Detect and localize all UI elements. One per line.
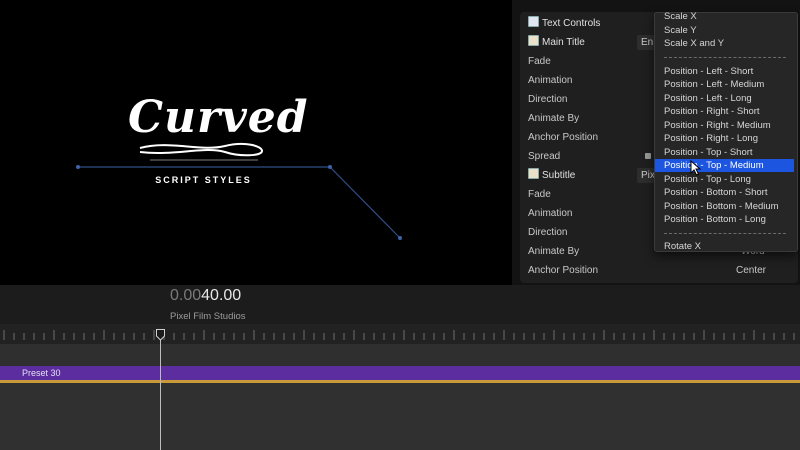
title-swash xyxy=(139,142,264,157)
inspector-row-animation[interactable]: Animation xyxy=(528,73,572,89)
clip-label: Preset 30 xyxy=(22,368,61,378)
menu-item-position-top-medium[interactable]: Position - Top - Medium xyxy=(655,159,794,172)
menu-item-position-left-long[interactable]: Position - Left - Long xyxy=(664,92,752,105)
timecode-bright: 40.00 xyxy=(201,287,242,304)
playhead[interactable] xyxy=(160,330,161,450)
menu-item-scale-x-and-y[interactable]: Scale X and Y xyxy=(664,37,724,50)
ruler-ticks xyxy=(3,330,795,340)
title-clip[interactable] xyxy=(0,366,800,383)
inspector-row-anchor-position[interactable]: Anchor Position xyxy=(528,130,598,146)
timecode-bar xyxy=(0,285,800,307)
mouse-pointer-icon xyxy=(690,160,702,176)
guide-point-corner[interactable] xyxy=(328,165,332,169)
checkbox-icon[interactable] xyxy=(528,16,539,27)
timecode-display: 0.0040.00 xyxy=(170,287,241,305)
edit-checkbox-icon[interactable] xyxy=(528,168,539,179)
title-wordmark: Curved xyxy=(128,92,309,143)
menu-item-position-bottom-long[interactable]: Position - Bottom - Long xyxy=(664,213,766,226)
menu-item-position-bottom-short[interactable]: Position - Bottom - Short xyxy=(664,186,767,199)
inspector-row-anchor-position[interactable]: Anchor Position xyxy=(528,263,598,279)
menu-item-position-top-long[interactable]: Position - Top - Long xyxy=(664,173,751,186)
inspector-row-spread[interactable]: Spread xyxy=(528,149,560,165)
menu-item-scale-y[interactable]: Scale Y xyxy=(664,24,697,37)
row-label: Main Title xyxy=(542,37,585,48)
edit-checkbox-icon[interactable] xyxy=(528,35,539,46)
menu-separator xyxy=(664,233,786,234)
menu-item-position-right-short[interactable]: Position - Right - Short xyxy=(664,105,760,118)
inspector-row-text-controls[interactable]: Text Controls xyxy=(528,16,600,32)
inspector-row-subtitle[interactable]: Subtitle xyxy=(528,168,575,184)
guide-point-end[interactable] xyxy=(398,236,402,240)
row-label: Subtitle xyxy=(542,170,576,181)
menu-item-position-left-short[interactable]: Position - Left - Short xyxy=(664,65,753,78)
row-label: Text Controls xyxy=(542,18,601,29)
inspector-row-fade[interactable]: Fade xyxy=(528,187,551,203)
inspector-row-main-title[interactable]: Main Title xyxy=(528,35,585,51)
inspector-row-fade[interactable]: Fade xyxy=(528,54,551,70)
menu-item-position-bottom-medium[interactable]: Position - Bottom - Medium xyxy=(664,200,779,213)
title-subtitle: SCRIPT STYLES xyxy=(155,175,252,185)
menu-item-scale-x[interactable]: Scale X xyxy=(664,10,697,23)
project-name: Pixel Film Studios xyxy=(170,311,246,322)
playhead-handle-icon[interactable] xyxy=(156,329,165,341)
menu-item-rotate-x[interactable]: Rotate X xyxy=(664,240,701,253)
inspector-row-animate-by[interactable]: Animate By xyxy=(528,111,579,127)
guide-point-start[interactable] xyxy=(76,165,80,169)
menu-item-position-top-short[interactable]: Position - Top - Short xyxy=(664,146,753,159)
timecode-dim: 0.00 xyxy=(170,287,202,304)
timeline-ruler[interactable] xyxy=(0,324,800,344)
menu-item-position-right-long[interactable]: Position - Right - Long xyxy=(664,132,758,145)
viewer-canvas[interactable]: Curved SCRIPT STYLES xyxy=(0,0,512,285)
inspector-row-direction[interactable]: Direction xyxy=(528,225,567,241)
inspector-row-animate-by[interactable]: Animate By xyxy=(528,244,579,260)
anchor-position-value[interactable]: Center xyxy=(736,265,766,276)
menu-separator xyxy=(664,57,786,58)
menu-item-position-left-medium[interactable]: Position - Left - Medium xyxy=(664,78,764,91)
spread-slider-knob[interactable] xyxy=(645,153,651,159)
inspector-row-direction[interactable]: Direction xyxy=(528,92,567,108)
path-guide-line-angled xyxy=(329,166,401,239)
menu-item-position-right-medium[interactable]: Position - Right - Medium xyxy=(664,119,771,132)
empty-track[interactable] xyxy=(0,384,800,450)
inspector-row-animation[interactable]: Animation xyxy=(528,206,572,222)
